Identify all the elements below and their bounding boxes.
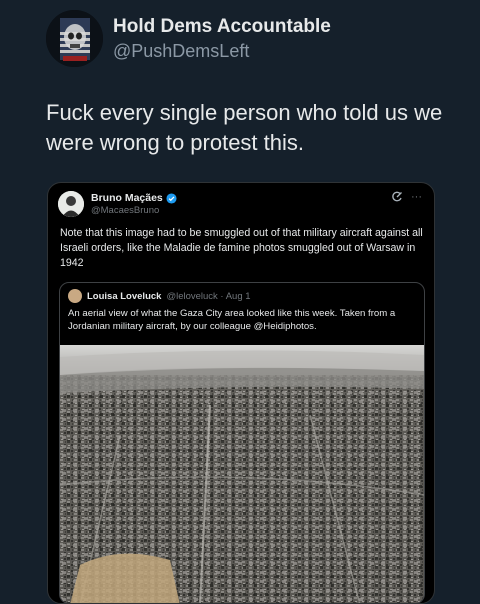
more-icon[interactable]: ··· [411, 191, 422, 203]
embedded-display-name[interactable]: Bruno Maçães [91, 192, 163, 204]
quoted-post-header: Louisa Loveluck @leloveluck · Aug 1 [68, 289, 251, 303]
user-handle[interactable]: @PushDemsLeft [113, 39, 331, 63]
embedded-name-row: Bruno Maçães [91, 192, 177, 204]
display-name[interactable]: Hold Dems Accountable [113, 15, 331, 39]
avatar[interactable] [46, 10, 103, 67]
embedded-handle[interactable]: @MacaesBruno [91, 205, 177, 216]
post-header: Hold Dems Accountable @PushDemsLeft [46, 10, 331, 67]
person-avatar-icon [58, 191, 84, 217]
embedded-post-header: Bruno Maçães @MacaesBruno [58, 191, 177, 217]
quoted-post-text: An aerial view of what the Gaza City are… [68, 308, 396, 332]
quoted-avatar[interactable] [68, 289, 82, 303]
embedded-actions: ··· [391, 191, 422, 203]
quoted-post-card[interactable]: Louisa Loveluck @leloveluck · Aug 1 An a… [59, 282, 425, 604]
aerial-photo-image[interactable] [60, 345, 424, 604]
embedded-avatar[interactable] [58, 191, 84, 217]
flag-skull-avatar-icon [46, 10, 103, 67]
embedded-post-card[interactable]: Bruno Maçães @MacaesBruno ··· Note that … [47, 182, 435, 604]
verified-badge-icon [166, 192, 177, 204]
post-text: Fuck every single person who told us we … [46, 100, 443, 155]
quoted-handle-date: @leloveluck · Aug 1 [166, 290, 251, 302]
grok-icon[interactable] [391, 191, 403, 203]
embedded-post-text: Note that this image had to be smuggled … [60, 227, 423, 269]
quoted-display-name[interactable]: Louisa Loveluck [87, 291, 161, 302]
